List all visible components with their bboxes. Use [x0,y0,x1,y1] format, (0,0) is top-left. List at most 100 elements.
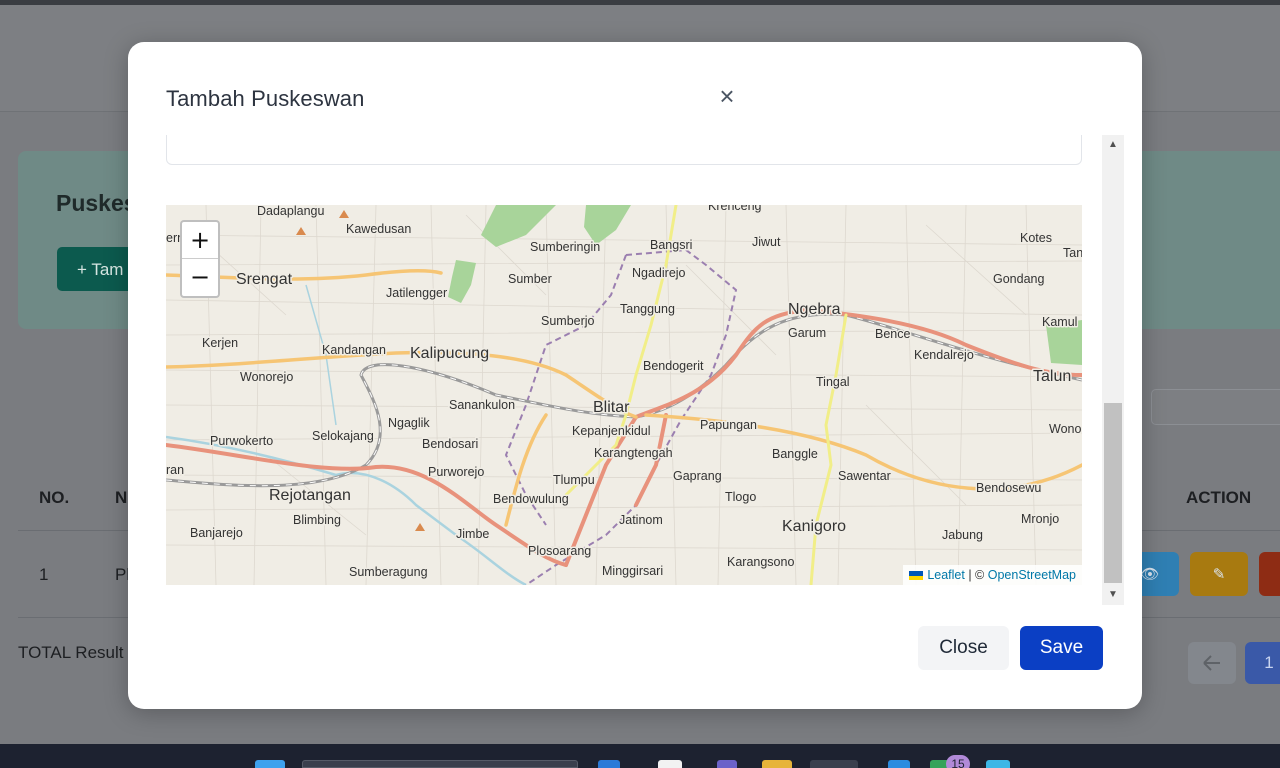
map-label: Talun [1033,368,1071,385]
map-label: Blitar [593,399,630,416]
os-taskbar [0,744,1280,768]
map-label: Srengat [236,271,293,288]
map-label: Selokajang [312,429,374,443]
map-label: Sanankulon [449,398,515,412]
map-label: Kendalrejo [914,348,974,362]
search-input[interactable] [1151,389,1280,425]
map-tiles: Dadaplangu Kawedusan Krenceng Sumberingi… [166,205,1082,585]
map-label: Garum [788,326,826,340]
map-label: Minggirsari [602,564,663,578]
location-map[interactable]: Dadaplangu Kawedusan Krenceng Sumberingi… [166,205,1082,585]
scroll-down-arrow-icon[interactable]: ▼ [1102,585,1124,605]
map-label: Gaprang [673,469,722,483]
pagination-prev-button[interactable] [1188,642,1236,684]
map-label: Bangsri [650,238,692,252]
map-label: Bence [875,327,910,341]
taskbar-search-input[interactable] [302,760,578,768]
map-label: Jatilengger [386,286,447,300]
app-icon[interactable] [717,760,737,768]
zoom-in-button[interactable]: + [182,222,218,259]
address-field[interactable] [166,135,1082,165]
map-label: Kamul [1042,315,1077,329]
ukraine-flag-icon [909,571,924,580]
table-header-no: NO. [39,488,70,507]
map-label: Sumber [508,272,552,286]
scrollbar-thumb[interactable] [1104,403,1122,583]
map-attribution: Leaflet | © OpenStreetMap [903,565,1082,585]
save-button[interactable]: Save [1020,626,1103,670]
modal-scrollbar[interactable]: ▲ ▼ [1102,135,1124,605]
map-label: Kepanjenkidul [572,424,651,438]
map-label: Mronjo [1021,512,1059,526]
map-label: Bendogerit [643,359,704,373]
map-label: Banggle [772,447,818,461]
app-icon[interactable] [658,760,682,768]
map-label: Wonorejo [240,370,293,384]
app-icon[interactable] [986,760,1010,768]
map-label: Sumberingin [530,240,600,254]
app-icon[interactable] [810,760,858,768]
map-label: Ngaglik [388,416,430,430]
app-icon[interactable] [888,760,910,768]
delete-button[interactable] [1259,552,1280,596]
map-label: Tan [1063,246,1082,260]
map-label: Jabung [942,528,983,542]
table-cell-no: 1 [39,565,49,584]
map-label: Tingal [816,375,850,389]
map-label: Purwokerto [210,434,273,448]
pagination-page-1[interactable]: 1 [1245,642,1280,684]
map-label: Wono [1049,422,1081,436]
map-label: Banjarejo [190,526,243,540]
table-header-name: N [115,488,128,507]
edit-icon: ✎ [1212,566,1226,583]
map-label: Karangtengah [594,446,673,460]
add-puskeswan-modal: Tambah Puskeswan × Dadaplangu Kawedusan … [128,42,1142,709]
map-label: Tlumpu [553,473,595,487]
notification-badge: 15 [946,755,970,768]
map-label: Bendowulung [493,492,569,506]
map-label: Ngebra [788,301,841,318]
map-zoom-control: + − [180,220,220,298]
map-label: Rejotangan [269,487,351,504]
map-label: Karangsono [727,555,794,569]
close-icon[interactable]: × [714,82,740,110]
map-label: Sumberjo [541,314,595,328]
openstreetmap-link[interactable]: OpenStreetMap [988,568,1076,582]
modal-scroll-area[interactable]: Dadaplangu Kawedusan Krenceng Sumberingi… [166,135,1124,605]
map-label: Jimbe [456,527,489,541]
map-label: Purworejo [428,465,484,479]
app-icon[interactable] [598,760,620,768]
map-label: Papungan [700,418,757,432]
start-icon[interactable] [255,760,285,768]
table-header-action: ACTION [1186,488,1252,507]
leaflet-link[interactable]: Leaflet [927,568,965,582]
map-label: Jatinom [619,513,663,527]
map-label: Dadaplangu [257,205,324,218]
map-label: Ngadirejo [632,266,686,280]
attribution-separator: | © [964,568,988,582]
map-label: Tanggung [620,302,675,316]
map-label: Plosoarang [528,544,591,558]
map-label: Jiwut [752,235,781,249]
arrow-left-icon [1203,655,1220,671]
modal-title: Tambah Puskeswan [166,86,365,111]
edit-button[interactable]: ✎ [1190,552,1248,596]
map-label: Sawentar [838,469,891,483]
map-label: Kotes [1020,231,1052,245]
map-label: Bendosari [422,437,478,451]
scroll-up-arrow-icon[interactable]: ▲ [1102,135,1124,155]
map-label: Kerjen [202,336,238,350]
map-label: Kandangan [322,343,386,357]
map-label: Kanigoro [782,518,846,535]
map-label: Krenceng [708,205,762,213]
map-label: Bendosewu [976,481,1041,495]
folder-icon[interactable] [762,760,792,768]
map-label: Gondang [993,272,1044,286]
zoom-out-button[interactable]: − [182,259,218,296]
close-button[interactable]: Close [918,626,1009,670]
page-title: Puskes [56,190,137,216]
map-label: Blimbing [293,513,341,527]
map-label: Sumberagung [349,565,428,579]
total-results-label: TOTAL Result [18,643,124,662]
map-label: Tlogo [725,490,756,504]
